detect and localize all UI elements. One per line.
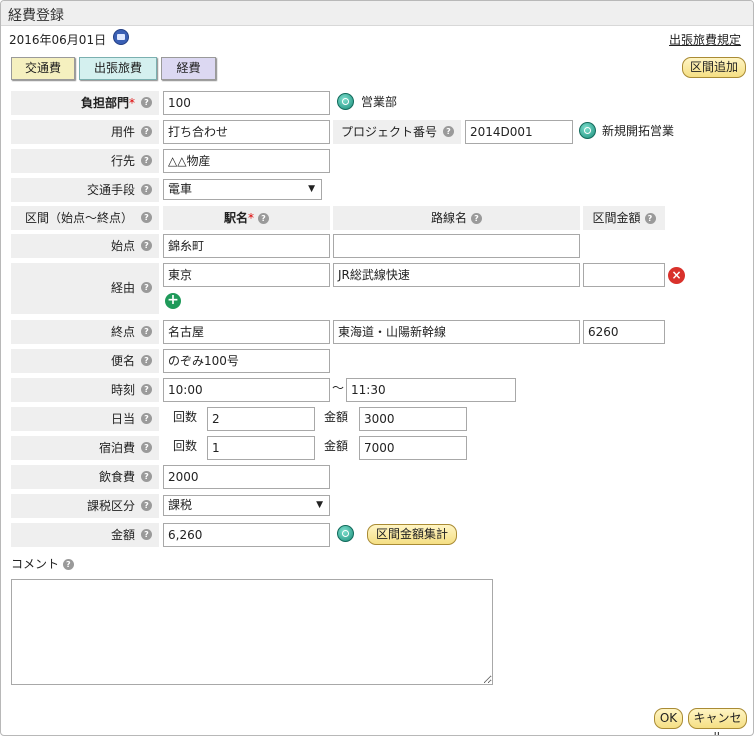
add-section-button[interactable]: 区間追加: [682, 57, 746, 78]
tab-transport[interactable]: 交通費: [11, 57, 75, 80]
lodging-count-input[interactable]: 1: [207, 436, 315, 460]
title-bar: 経費登録: [1, 1, 753, 26]
flight-label: 便名?: [11, 349, 159, 373]
amount-column-header: 区間金額?: [583, 206, 665, 230]
time-to-input[interactable]: 11:30: [346, 378, 516, 402]
via-label: 経由?: [11, 263, 159, 314]
meal-label: 飲食費?: [11, 465, 159, 489]
calendar-icon[interactable]: [113, 29, 129, 45]
help-icon[interactable]: ?: [141, 500, 152, 511]
daily-amount-input[interactable]: 3000: [359, 407, 467, 431]
cancel-button[interactable]: キャンセル: [688, 708, 747, 735]
help-icon[interactable]: ?: [141, 155, 152, 166]
dept-name: 営業部: [361, 95, 398, 109]
meal-input[interactable]: 2000: [163, 465, 330, 489]
help-icon[interactable]: ?: [141, 97, 152, 108]
end-amount-input[interactable]: 6260: [583, 320, 665, 344]
daily-count-input[interactable]: 2: [207, 407, 315, 431]
project-input[interactable]: 2014D001: [465, 120, 573, 144]
search-icon[interactable]: [579, 122, 596, 139]
project-name: 新規開拓営業: [602, 124, 675, 138]
help-icon[interactable]: ?: [141, 326, 152, 337]
search-icon[interactable]: [337, 93, 354, 110]
start-label: 始点?: [11, 234, 159, 258]
daily-amount-label: 金額: [324, 410, 349, 424]
expense-dialog: 経費登録 2016年06月01日 出張旅費規定 交通費 出張旅費 経費 区間追加…: [0, 0, 754, 736]
destination-label: 行先?: [11, 149, 159, 173]
via-amount-input[interactable]: [583, 263, 665, 287]
help-icon[interactable]: ?: [141, 471, 152, 482]
lodging-amount-input[interactable]: 7000: [359, 436, 467, 460]
end-station-input[interactable]: 名古屋: [163, 320, 330, 344]
end-label: 終点?: [11, 320, 159, 344]
help-icon[interactable]: ?: [141, 126, 152, 137]
daily-label: 日当?: [11, 407, 159, 431]
search-icon[interactable]: [337, 525, 354, 542]
ok-button[interactable]: OK: [654, 708, 683, 729]
comment-label: コメント ?: [11, 556, 74, 572]
help-icon[interactable]: ?: [644, 213, 656, 224]
help-icon[interactable]: ?: [141, 384, 152, 395]
station-column-header: 駅名*?: [163, 206, 330, 230]
lodging-label: 宿泊費?: [11, 436, 159, 460]
date-display: 2016年06月01日: [9, 33, 107, 47]
amount-label: 金額?: [11, 523, 159, 547]
help-icon[interactable]: ?: [141, 184, 152, 195]
help-icon[interactable]: ?: [141, 355, 152, 366]
time-separator: ～: [332, 381, 345, 395]
sum-amount-button[interactable]: 区間金額集計: [367, 524, 457, 545]
tab-business-trip[interactable]: 出張旅費: [79, 57, 157, 80]
travel-rule-link[interactable]: 出張旅費規定: [669, 31, 741, 48]
lodging-amount-label: 金額: [324, 439, 349, 453]
lodging-count-label: 回数: [173, 439, 198, 453]
amount-input[interactable]: 6,260: [163, 523, 330, 547]
end-line-input[interactable]: 東海道・山陽新幹線: [333, 320, 580, 344]
window-title: 経費登録: [8, 8, 64, 24]
help-icon[interactable]: ?: [141, 529, 152, 540]
daily-count-label: 回数: [173, 410, 198, 424]
help-icon[interactable]: ?: [141, 212, 152, 223]
comment-textarea[interactable]: [11, 579, 493, 685]
help-icon[interactable]: ?: [141, 282, 152, 293]
transport-label: 交通手段?: [11, 178, 159, 202]
help-icon[interactable]: ?: [471, 213, 482, 224]
help-icon[interactable]: ?: [141, 240, 152, 251]
add-icon[interactable]: +: [165, 293, 181, 309]
transport-select[interactable]: 電車 ▼: [163, 179, 322, 200]
project-label: プロジェクト番号?: [333, 120, 461, 144]
dept-label: 負担部門*?: [11, 91, 159, 115]
line-column-header: 路線名?: [333, 206, 580, 230]
destination-input[interactable]: △△物産: [163, 149, 330, 173]
tax-select[interactable]: 課税 ▼: [163, 495, 330, 516]
help-icon[interactable]: ?: [62, 559, 74, 570]
time-from-input[interactable]: 10:00: [163, 378, 330, 402]
chevron-down-icon: ▼: [316, 500, 323, 510]
dept-input[interactable]: 100: [163, 91, 330, 115]
tab-expense[interactable]: 経費: [161, 57, 216, 80]
section-label: 区間（始点～終点）?: [11, 206, 159, 230]
help-icon[interactable]: ?: [141, 413, 152, 424]
flight-input[interactable]: のぞみ100号: [163, 349, 330, 373]
start-line-input[interactable]: [333, 234, 580, 258]
help-icon[interactable]: ?: [443, 126, 454, 137]
tax-label: 課税区分?: [11, 494, 159, 518]
help-icon[interactable]: ?: [258, 213, 269, 224]
via-line-input[interactable]: JR総武線快速: [333, 263, 580, 287]
via-station-input[interactable]: 東京: [163, 263, 330, 287]
purpose-input[interactable]: 打ち合わせ: [163, 120, 330, 144]
time-label: 時刻?: [11, 378, 159, 402]
help-icon[interactable]: ?: [141, 442, 152, 453]
chevron-down-icon: ▼: [308, 184, 315, 194]
delete-icon[interactable]: ×: [668, 267, 685, 284]
start-station-input[interactable]: 錦糸町: [163, 234, 330, 258]
purpose-label: 用件?: [11, 120, 159, 144]
